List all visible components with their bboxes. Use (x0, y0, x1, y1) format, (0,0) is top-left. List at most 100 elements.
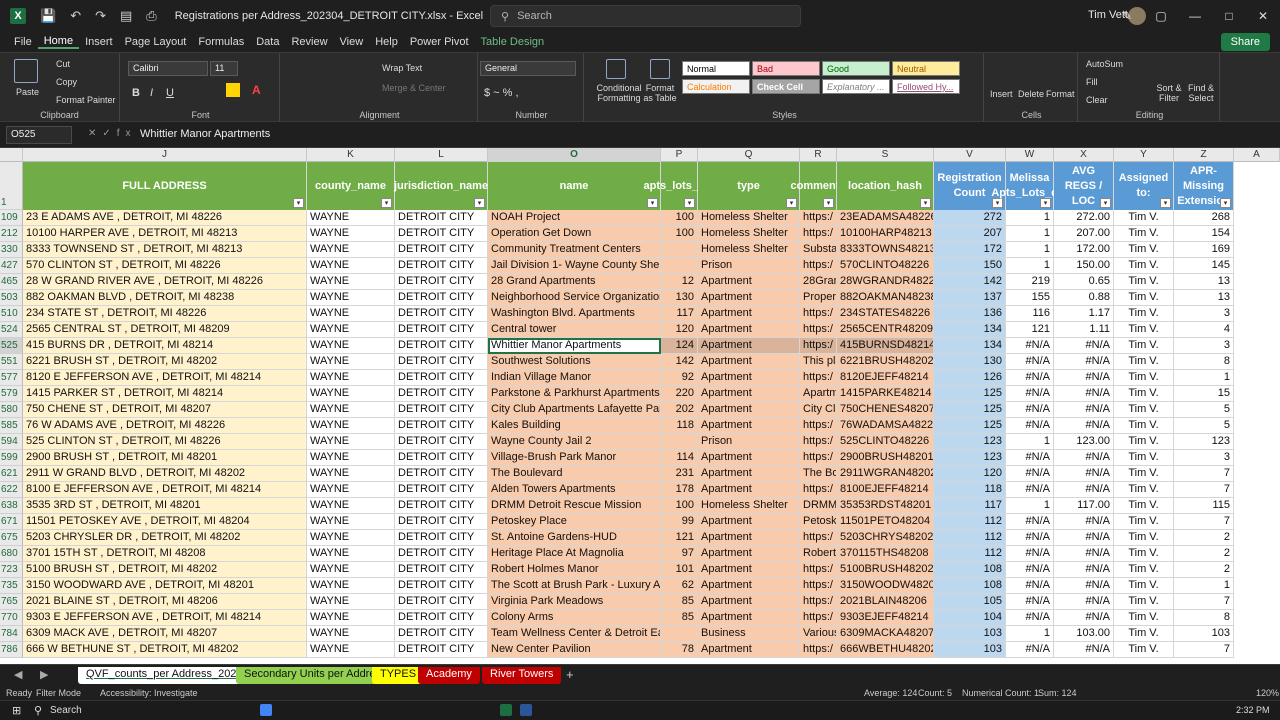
table-cell[interactable]: 2565 CENTRAL ST , DETROIT, MI 48209 (23, 322, 307, 338)
table-cell[interactable]: 126 (934, 370, 1006, 386)
table-cell[interactable]: 116 (1006, 306, 1054, 322)
table-cell[interactable]: St. Antoine Gardens-HUD (488, 530, 661, 546)
close-icon[interactable]: ✕ (1246, 0, 1280, 32)
table-cell[interactable]: 10100 HARPER AVE , DETROIT, MI 48213 (23, 226, 307, 242)
table-cell[interactable]: 5 (1174, 402, 1234, 418)
table-cell[interactable]: 2911 W GRAND BLVD , DETROIT, MI 48202 (23, 466, 307, 482)
table-cell[interactable]: 525 CLINTON ST , DETROIT, MI 48226 (23, 434, 307, 450)
row-header[interactable]: 770 (0, 610, 23, 626)
fill-color-icon[interactable] (226, 83, 240, 97)
filter-dropdown-icon[interactable]: ▾ (920, 198, 931, 208)
table-cell[interactable]: 3 (1174, 450, 1234, 466)
table-header-cell[interactable]: type ▾ (698, 162, 800, 210)
paste-button[interactable]: Paste (16, 87, 39, 97)
table-cell[interactable]: 99 (661, 514, 698, 530)
table-cell[interactable]: 7 (1174, 466, 1234, 482)
table-cell[interactable]: #N/A (1006, 338, 1054, 354)
table-header-cell[interactable]: location_hash ▾ (837, 162, 934, 210)
table-cell[interactable]: 272.00 (1054, 210, 1114, 226)
table-cell[interactable]: 134 (934, 322, 1006, 338)
row-header[interactable]: 735 (0, 578, 23, 594)
filter-dropdown-icon[interactable]: ▾ (1160, 198, 1171, 208)
table-cell[interactable]: 23 E ADAMS AVE , DETROIT, MI 48226 (23, 210, 307, 226)
column-header-s[interactable]: S (837, 148, 934, 162)
table-cell[interactable]: 882 OAKMAN BLVD , DETROIT, MI 48238 (23, 290, 307, 306)
table-cell[interactable]: DETROIT CITY (395, 418, 488, 434)
table-cell[interactable]: #N/A (1054, 482, 1114, 498)
table-cell[interactable]: 120 (661, 322, 698, 338)
table-cell[interactable]: 103 (1174, 626, 1234, 642)
table-cell[interactable]: 1 (1006, 626, 1054, 642)
filter-dropdown-icon[interactable]: ▾ (786, 198, 797, 208)
menu-help[interactable]: Help (369, 36, 404, 48)
filter-dropdown-icon[interactable]: ▾ (647, 198, 658, 208)
filter-dropdown-icon[interactable]: ▾ (474, 198, 485, 208)
table-cell[interactable]: WAYNE (307, 386, 395, 402)
table-cell[interactable]: #N/A (1054, 610, 1114, 626)
table-cell[interactable]: 1 (1006, 242, 1054, 258)
currency-icon[interactable]: $ ~ % , (484, 87, 519, 99)
format-painter-button[interactable]: Format Painter (56, 95, 116, 105)
menu-power-pivot[interactable]: Power Pivot (404, 36, 475, 48)
table-cell[interactable]: Apartment (698, 610, 800, 626)
table-cell[interactable]: WAYNE (307, 322, 395, 338)
ribbon-display-icon[interactable]: ▢ (1144, 0, 1178, 32)
table-cell[interactable]: 142 (661, 354, 698, 370)
table-cell[interactable]: 1 (1006, 226, 1054, 242)
table-cell[interactable]: Apartment (698, 450, 800, 466)
save-icon[interactable]: 💾 (40, 8, 56, 24)
table-cell[interactable]: DETROIT CITY (395, 290, 488, 306)
table-cell[interactable]: 4 (1174, 322, 1234, 338)
autosum-button[interactable]: AutoSum (1086, 59, 1123, 69)
table-cell[interactable]: 220 (661, 386, 698, 402)
style-calculation[interactable]: Calculation (682, 79, 750, 94)
table-cell[interactable]: DETROIT CITY (395, 610, 488, 626)
table-cell[interactable]: Tim V. (1114, 210, 1174, 226)
table-cell[interactable]: 666WBETHU48202 (837, 642, 934, 658)
table-cell[interactable]: 231 (661, 466, 698, 482)
table-cell[interactable]: 154 (1174, 226, 1234, 242)
table-cell[interactable]: #N/A (1006, 594, 1054, 610)
table-cell[interactable]: Tim V. (1114, 482, 1174, 498)
table-cell[interactable]: Petoskey Place (488, 514, 661, 530)
table-cell[interactable]: 1 (1006, 498, 1054, 514)
table-cell[interactable]: 85 (661, 610, 698, 626)
table-cell[interactable]: 62 (661, 578, 698, 594)
table-cell[interactable]: https:/ (800, 482, 837, 498)
table-cell[interactable]: Tim V. (1114, 546, 1174, 562)
table-cell[interactable]: 121 (1006, 322, 1054, 338)
table-cell[interactable]: 13 (1174, 290, 1234, 306)
table-cell[interactable]: Tim V. (1114, 578, 1174, 594)
row-header[interactable]: 671 (0, 514, 23, 530)
table-cell[interactable]: City Clu (800, 402, 837, 418)
table-cell[interactable]: https:/ (800, 338, 837, 354)
table-cell[interactable]: 103 (934, 642, 1006, 658)
table-cell[interactable]: #N/A (1054, 386, 1114, 402)
table-cell[interactable]: 2021BLAIN48206 (837, 594, 934, 610)
table-cell[interactable]: 100 (661, 226, 698, 242)
table-cell[interactable]: DETROIT CITY (395, 562, 488, 578)
table-cell[interactable]: WAYNE (307, 626, 395, 642)
table-cell[interactable]: 3 (1174, 306, 1234, 322)
table-cell[interactable]: Apartment (698, 290, 800, 306)
table-cell[interactable]: 103.00 (1054, 626, 1114, 642)
table-cell[interactable]: 85 (661, 594, 698, 610)
table-cell[interactable]: 9303 E JEFFERSON AVE , DETROIT, MI 48214 (23, 610, 307, 626)
table-cell[interactable]: #N/A (1054, 418, 1114, 434)
table-header-cell[interactable]: APR-Missing Extension ▾ (1174, 162, 1234, 210)
row-header[interactable]: 638 (0, 498, 23, 514)
table-cell[interactable]: 28 Grand Apartments (488, 274, 661, 290)
table-cell[interactable] (661, 434, 698, 450)
table-cell[interactable]: 1 (1006, 210, 1054, 226)
row-header[interactable]: 594 (0, 434, 23, 450)
table-cell[interactable]: Tim V. (1114, 322, 1174, 338)
row-header[interactable]: 599 (0, 450, 23, 466)
table-cell[interactable]: Apartment (698, 402, 800, 418)
table-cell[interactable]: 112 (934, 530, 1006, 546)
table-cell[interactable]: Apartment (698, 482, 800, 498)
sheet-tab[interactable]: TYPES (372, 667, 425, 684)
table-cell[interactable]: Tim V. (1114, 226, 1174, 242)
taskbar-search[interactable]: Search (50, 705, 82, 716)
table-cell[interactable]: 8100 E JEFFERSON AVE , DETROIT, MI 48214 (23, 482, 307, 498)
table-cell[interactable]: #N/A (1054, 466, 1114, 482)
